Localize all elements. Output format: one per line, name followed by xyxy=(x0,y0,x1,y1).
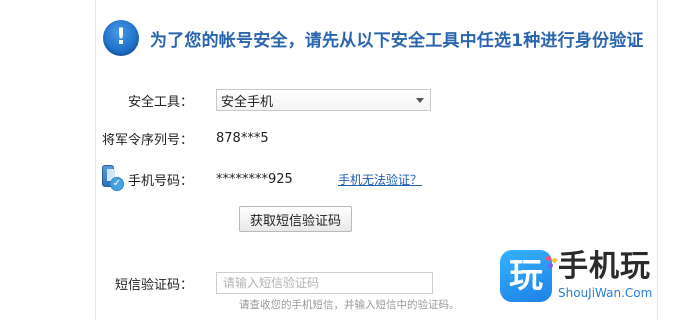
phone-label-wrap: ✓ 手机号码： xyxy=(0,165,216,193)
watermark-subtext: ShouJiWan.Com xyxy=(558,286,653,300)
sms-code-label: 短信验证码： xyxy=(114,277,193,293)
sms-code-row: 短信验证码： xyxy=(0,271,433,295)
token-serial-label: 将军令序列号： xyxy=(101,132,193,148)
watermark-dots xyxy=(546,256,557,268)
watermark-dot-yellow xyxy=(552,258,557,263)
chevron-down-icon xyxy=(416,97,424,103)
security-tool-label: 安全工具： xyxy=(127,94,193,110)
watermark-dot-purple xyxy=(548,263,553,268)
security-verification-page: ! 为了您的帐号安全，请先从以下安全工具中任选1种进行身份验证 安全工具： 安全… xyxy=(0,0,686,320)
token-serial-row: 将军令序列号： 878***5 xyxy=(0,128,269,148)
token-serial-value: 878***5 xyxy=(216,130,269,146)
security-tool-select[interactable]: 安全手机 xyxy=(216,89,431,111)
sms-code-input[interactable] xyxy=(216,272,433,294)
watermark-logo: 玩 手机玩 ShouJiWan.Com xyxy=(500,250,652,302)
exclamation-icon: ! xyxy=(103,20,139,56)
phone-number-label: 手机号码： xyxy=(127,173,193,189)
checkmark-icon: ✓ xyxy=(109,177,124,191)
sms-code-hint: 请查收您的手机短信，并输入短信中的验证码。 xyxy=(239,299,460,311)
header: ! 为了您的帐号安全，请先从以下安全工具中任选1种进行身份验证 xyxy=(103,20,644,56)
right-divider xyxy=(657,0,658,320)
page-title: 为了您的帐号安全，请先从以下安全工具中任选1种进行身份验证 xyxy=(150,30,644,51)
phone-check-icon: ✓ xyxy=(100,165,124,193)
watermark-badge: 玩 xyxy=(500,250,557,302)
watermark-badge-char: 玩 xyxy=(509,256,543,296)
get-sms-code-button[interactable]: 获取短信验证码 xyxy=(239,206,353,232)
watermark-text: 手机玩 xyxy=(558,249,651,284)
security-tool-selected-value: 安全手机 xyxy=(221,94,274,110)
phone-number-value: ********925 xyxy=(216,171,293,187)
security-tool-row: 安全工具： 安全手机 xyxy=(0,88,431,112)
phone-cannot-verify-link[interactable]: 手机无法验证？ xyxy=(338,171,422,188)
get-code-row: 获取短信验证码 xyxy=(239,206,353,232)
watermark-text-wrap: 手机玩 ShouJiWan.Com xyxy=(558,249,653,301)
phone-number-row: ✓ 手机号码： ********925 手机无法验证？ xyxy=(0,165,422,193)
watermark-dot-red xyxy=(546,256,551,261)
